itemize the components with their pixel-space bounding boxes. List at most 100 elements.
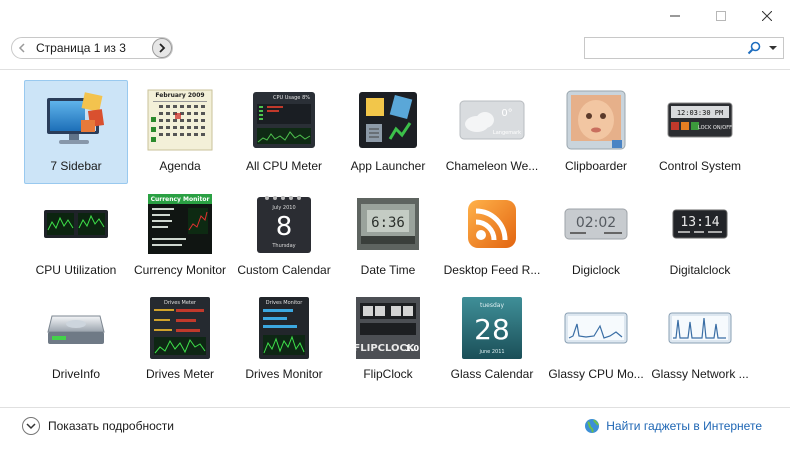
gadget-item[interactable]: February 2009 Agenda — [128, 80, 232, 184]
agenda-day-cell — [201, 112, 205, 115]
agenda-day-cell — [166, 126, 170, 129]
calendar-agenda-icon: February 2009 — [145, 89, 215, 151]
gadget-item[interactable]: 02:02 Digiclock — [544, 184, 648, 288]
agenda-day-cell — [194, 133, 198, 136]
gadget-label: Clipboarder — [564, 159, 628, 173]
agenda-day-cell — [187, 112, 191, 115]
gadget-item[interactable]: Glassy Network ... — [648, 288, 752, 392]
agenda-day-cell — [180, 126, 184, 129]
gadget-item[interactable]: App Launcher — [336, 80, 440, 184]
show-details-label[interactable]: Показать подробности — [48, 419, 174, 433]
agenda-day-cell — [159, 126, 163, 129]
gadget-label: DriveInfo — [51, 367, 101, 381]
gadget-item[interactable]: Desktop Feed R... — [440, 184, 544, 288]
drive-info-icon — [41, 297, 111, 359]
agenda-day-cell — [166, 119, 170, 122]
get-gadgets-online-link[interactable]: Найти гаджеты в Интернете — [584, 418, 762, 434]
gadget-item[interactable]: 0° Langemark Chameleon We... — [440, 80, 544, 184]
drives-monitor-icon: Drives Monitor — [249, 297, 319, 359]
control-lock-text: LOCK ON/OFF — [698, 125, 732, 131]
search-dropdown-icon[interactable] — [767, 42, 779, 54]
gadget-item[interactable]: Drives Meter Drives Meter — [128, 288, 232, 392]
cpu-title-text: CPU Usage — [273, 95, 300, 101]
digitalclock-icon: 13:14 — [665, 193, 735, 255]
glassy-network-icon — [665, 297, 735, 359]
control-time-text: 12:03:30 PM — [677, 109, 723, 117]
gadget-item[interactable]: CPU Utilization — [24, 184, 128, 288]
gadget-item[interactable]: CPU Usage 8% All CPU Meter — [232, 80, 336, 184]
search-input[interactable] — [585, 38, 743, 58]
agenda-day-cell — [194, 126, 198, 129]
agenda-day-cell — [173, 133, 177, 136]
drives-meter-title-text: Drives Meter — [164, 300, 197, 306]
maximize-button[interactable] — [698, 0, 744, 32]
previous-page-button[interactable] — [12, 38, 32, 58]
control-system-icon: 12:03:30 PM LOCK ON/OFF — [665, 89, 735, 151]
search-icon[interactable] — [747, 41, 761, 55]
gadget-grid: 7 Sidebar February 2009 Agenda CPU Usage… — [24, 80, 780, 392]
gadget-item[interactable]: FLIPCLOCK 1.0 FlipClock — [336, 288, 440, 392]
pager: Страница 1 из 3 — [11, 37, 173, 59]
gadget-item[interactable]: Clipboarder — [544, 80, 648, 184]
agenda-day-cell — [201, 133, 205, 136]
gadget-item[interactable]: Drives Monitor Drives Monitor — [232, 288, 336, 392]
agenda-day-cell — [159, 112, 163, 115]
digitalclock-time-text: 13:14 — [680, 215, 719, 230]
weather-cloud-icon: 0° Langemark — [457, 89, 527, 151]
agenda-day-cell — [159, 133, 163, 136]
gadget-item[interactable]: 12:03:30 PM LOCK ON/OFF Control System — [648, 80, 752, 184]
digiclock-time-text: 02:02 — [576, 215, 616, 231]
gadget-item[interactable]: 6:36 Date Time — [336, 184, 440, 288]
minimize-icon — [670, 15, 680, 17]
calendar-weekday-text: Thursday — [271, 243, 295, 249]
show-details-toggle[interactable]: Показать подробности — [22, 417, 174, 435]
gadget-label: Digitalclock — [669, 263, 731, 277]
monitor-sidebar-icon — [41, 89, 111, 151]
get-gadgets-online-label[interactable]: Найти гаджеты в Интернете — [606, 419, 762, 433]
close-button[interactable] — [744, 0, 790, 32]
agenda-day-cell — [173, 105, 177, 108]
agenda-day-cell — [194, 119, 198, 122]
calendar-month-text: July 2010 — [271, 205, 295, 211]
gadget-item[interactable]: Currency Monitor Currency Monitor — [128, 184, 232, 288]
calendar-day-text: 8 — [276, 212, 293, 242]
app-launcher-icon — [353, 89, 423, 151]
agenda-day-cell — [166, 133, 170, 136]
minimize-button[interactable] — [652, 0, 698, 32]
divider — [0, 407, 790, 408]
gadget-label: Custom Calendar — [237, 263, 331, 277]
digiclock-icon: 02:02 — [561, 193, 631, 255]
gadget-label: Desktop Feed R... — [443, 263, 541, 277]
agenda-day-cell — [159, 119, 163, 122]
drives-meter-icon: Drives Meter — [145, 297, 215, 359]
gadget-label: CPU Utilization — [35, 263, 117, 277]
gadget-label: FlipClock — [363, 367, 413, 381]
gadget-label: Drives Monitor — [245, 367, 323, 381]
agenda-day-cell — [187, 105, 191, 108]
gadget-label: Digiclock — [571, 263, 620, 277]
gadget-label: Date Time — [360, 263, 416, 277]
gadget-item[interactable]: tuesday 28 june 2011 Glass Calendar — [440, 288, 544, 392]
gadget-item[interactable]: 7 Sidebar — [24, 80, 128, 184]
gadget-item[interactable]: Glassy CPU Mo... — [544, 288, 648, 392]
window-controls — [652, 0, 790, 32]
agenda-day-cell — [187, 133, 191, 136]
chevron-down-icon[interactable] — [22, 417, 40, 435]
glass-month-text: june 2011 — [478, 349, 504, 355]
agenda-day-cell — [201, 105, 205, 108]
gadget-item[interactable]: DriveInfo — [24, 288, 128, 392]
agenda-day-cell — [194, 105, 198, 108]
gadget-item[interactable]: 13:14 Digitalclock — [648, 184, 752, 288]
agenda-day-cell — [159, 105, 163, 108]
next-page-button[interactable] — [152, 38, 172, 58]
gadget-label: Control System — [658, 159, 742, 173]
cpu-percent-text: 8% — [302, 95, 310, 101]
weather-temp-text: 0° — [501, 108, 512, 119]
datetime-digits-text: 6:36 — [371, 215, 405, 231]
gadget-item[interactable]: July 2010 8 Thursday Custom Calendar — [232, 184, 336, 288]
glass-weekday-text: tuesday — [480, 302, 504, 309]
cpu-meter-icon: CPU Usage 8% — [249, 89, 319, 151]
rss-feed-icon — [457, 193, 527, 255]
agenda-day-cell — [180, 119, 184, 122]
agenda-day-cell — [194, 112, 198, 115]
